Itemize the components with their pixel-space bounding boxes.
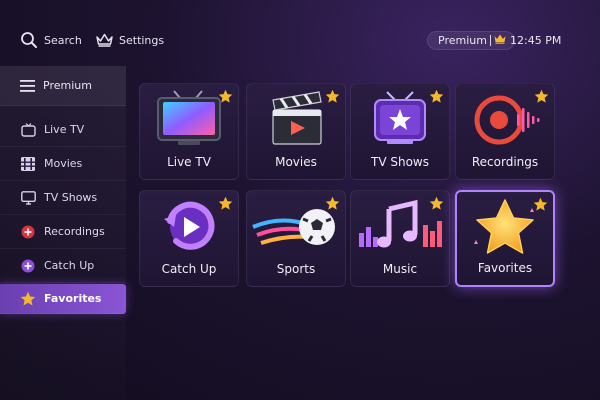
monitor-icon xyxy=(20,190,36,206)
sidebar: Premium Live TV Movies TV Shows Recordin… xyxy=(0,66,126,400)
sidebar-item-catch-up[interactable]: Catch Up xyxy=(0,249,126,283)
favorite-star-icon[interactable] xyxy=(325,196,340,211)
favorite-star-icon[interactable] xyxy=(218,89,233,104)
tile-label: Catch Up xyxy=(161,262,217,276)
search-icon xyxy=(20,31,38,49)
tile-label: Sports xyxy=(276,262,316,276)
favorite-star-icon[interactable] xyxy=(534,89,549,104)
sidebar-item-favorites[interactable]: Favorites xyxy=(0,284,126,314)
favorite-star-icon[interactable] xyxy=(429,89,444,104)
tile-label: Favorites xyxy=(477,261,533,275)
plus-circle-icon xyxy=(20,258,36,274)
tile-live-tv[interactable]: Live TV xyxy=(139,83,239,180)
menu-icon xyxy=(20,79,35,92)
premium-badge[interactable]: Premium xyxy=(427,31,515,50)
favorite-star-icon[interactable] xyxy=(533,197,548,212)
clock: 12:45 PM xyxy=(510,34,562,47)
separator xyxy=(489,35,491,46)
favorite-star-icon[interactable] xyxy=(218,196,233,211)
star-icon xyxy=(20,291,36,307)
tile-recordings[interactable]: Recordings xyxy=(455,83,555,180)
tile-catch-up[interactable]: Catch Up xyxy=(139,190,239,287)
sidebar-item-label: Live TV xyxy=(44,123,85,136)
crown-icon xyxy=(494,34,506,47)
top-bar: Search Settings Premium 12:45 PM xyxy=(0,0,600,64)
film-grid-icon xyxy=(20,156,36,172)
settings-button[interactable]: Settings xyxy=(96,30,164,50)
sidebar-item-label: Favorites xyxy=(44,292,102,305)
tile-label: Recordings xyxy=(471,155,539,169)
search-label: Search xyxy=(44,33,82,47)
sidebar-item-recordings[interactable]: Recordings xyxy=(0,215,126,249)
tile-sports[interactable]: Sports xyxy=(246,190,346,287)
sidebar-item-live-tv[interactable]: Live TV xyxy=(0,113,126,147)
sidebar-header[interactable]: Premium xyxy=(0,66,126,106)
tile-label: TV Shows xyxy=(371,155,429,169)
tile-label: Music xyxy=(382,262,418,276)
record-icon xyxy=(20,224,36,240)
tv-outline-icon xyxy=(20,122,36,138)
sidebar-item-movies[interactable]: Movies xyxy=(0,147,126,181)
favorite-star-icon[interactable] xyxy=(429,196,444,211)
sidebar-item-label: Movies xyxy=(44,157,83,170)
premium-label: Premium xyxy=(438,34,487,47)
tile-movies[interactable]: Movies xyxy=(246,83,346,180)
tile-tv-shows[interactable]: TV Shows xyxy=(350,83,450,180)
settings-label: Settings xyxy=(119,33,165,47)
sidebar-item-label: TV Shows xyxy=(44,191,98,204)
sidebar-header-label: Premium xyxy=(43,79,92,92)
favorite-star-icon[interactable] xyxy=(325,89,340,104)
sidebar-item-label: Catch Up xyxy=(44,259,95,272)
tile-label: Live TV xyxy=(167,155,211,169)
tile-label: Movies xyxy=(275,155,317,169)
crown-icon xyxy=(96,33,113,47)
tile-music[interactable]: Music xyxy=(350,190,450,287)
search-button[interactable]: Search xyxy=(20,30,82,50)
tile-favorites[interactable]: Favorites xyxy=(455,190,555,287)
sidebar-item-label: Recordings xyxy=(44,225,105,238)
sidebar-item-tv-shows[interactable]: TV Shows xyxy=(0,181,126,215)
